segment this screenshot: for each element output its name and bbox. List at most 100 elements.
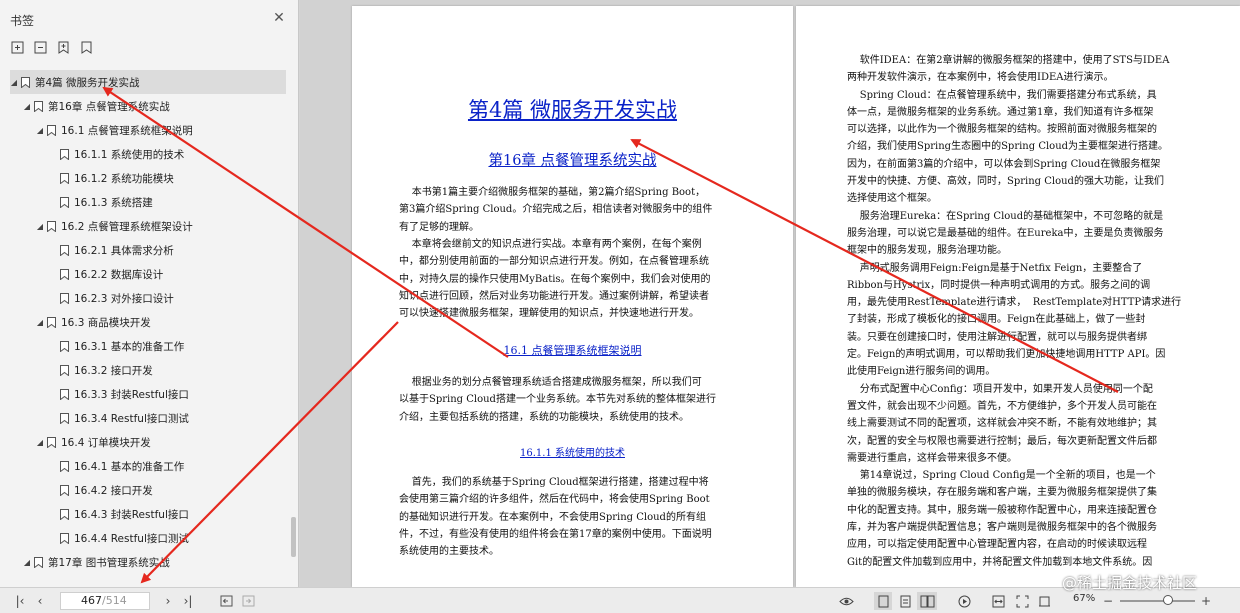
bookmark-label: 16.4.1 基本的准备工作 bbox=[74, 460, 185, 473]
section-title[interactable]: 16.1 点餐管理系统框架说明 bbox=[352, 342, 793, 358]
caret-down-icon[interactable]: ◢ bbox=[36, 318, 44, 327]
bookmark-item[interactable]: ◢16.2.3 对外接口设计 bbox=[49, 286, 286, 310]
bookmark-item[interactable]: ◢16.4.4 Restful接口测试 bbox=[49, 526, 286, 550]
intro-paragraph-1: 本书第1篇主要介绍微服务框架的基础，第2篇介绍Spring Boot， 第3篇介绍… bbox=[399, 184, 744, 236]
bookmark-label: 16.3 商品模块开发 bbox=[61, 316, 151, 329]
text-line: 首先，我们的系统基于Spring Cloud框架进行搭建，搭建过程中将 bbox=[399, 477, 709, 488]
zoom-level[interactable]: 67% bbox=[1073, 593, 1095, 604]
first-page-icon[interactable]: |‹ bbox=[12, 592, 28, 610]
bookmark-item[interactable]: ◢16.3.4 Restful接口测试 bbox=[49, 406, 286, 430]
subsection-paragraph: 首先，我们的系统基于Spring Cloud框架进行搭建，搭建过程中将 会使用第三… bbox=[399, 474, 744, 560]
zoom-in-icon[interactable]: + bbox=[1200, 592, 1212, 610]
bookmark-item[interactable]: ◢ 16.3 商品模块开发 bbox=[36, 310, 286, 334]
caret-down-icon[interactable]: ◢ bbox=[23, 558, 31, 567]
text-line: 可以快速搭建微服务框架，理解使用的知识点，并快速地进行开发。 bbox=[399, 308, 699, 320]
text-line: 应用，可以指定使用配置中心管理配置内容，在启动的时候读取远程 bbox=[847, 539, 1147, 551]
caret-down-icon[interactable]: ◢ bbox=[36, 222, 44, 231]
add-bookmark-icon[interactable] bbox=[56, 40, 70, 54]
text-line: 第3篇介绍Spring Cloud。介绍完成之后，相信读者对微服务中的组件 bbox=[399, 204, 713, 216]
text-line: 库，并为客户端提供配置信息；客户端则是微服务框架中的各个微服务 bbox=[847, 522, 1157, 534]
bookmarks-header: 书签 ✕ bbox=[0, 0, 298, 36]
text-line: 中化的配置支持。其中，服务端一般被称作配置中心，用来连接配置仓 bbox=[847, 504, 1157, 516]
text-line: 软件IDEA：在第2章讲解的微服务框架的搭建中，使用了STS与IDEA bbox=[847, 55, 1170, 66]
document-view: 第4篇 微服务开发实战 第16章 点餐管理系统实战 本书第1篇主要介绍微服务框架… bbox=[300, 0, 1240, 587]
bookmark-ribbon-icon[interactable] bbox=[79, 40, 93, 54]
text-line: 的基础知识进行开发。在本案例中，不会使用Spring Cloud的所有组 bbox=[399, 511, 706, 523]
bookmarks-toolbar bbox=[10, 40, 93, 62]
bookmark-label: 16.3.1 基本的准备工作 bbox=[74, 340, 185, 353]
bookmark-item[interactable]: ◢ 第4篇 微服务开发实战 bbox=[10, 70, 286, 94]
sidebar-scrollbar[interactable] bbox=[291, 517, 296, 557]
bookmark-icon bbox=[47, 316, 56, 328]
bookmark-icon bbox=[60, 340, 69, 352]
bookmark-icon bbox=[60, 172, 69, 184]
zoom-out-icon[interactable]: − bbox=[1102, 592, 1114, 610]
bookmark-icon bbox=[47, 220, 56, 232]
bookmark-icon bbox=[34, 556, 43, 568]
caret-down-icon[interactable]: ◢ bbox=[36, 126, 44, 135]
bookmark-item[interactable]: ◢16.3.2 接口开发 bbox=[49, 358, 286, 382]
text-line: 单独的微服务模块，存在服务端和客户端，主要为微服务框架提供了集 bbox=[847, 487, 1157, 499]
text-line: 可以选择，以此作为一个微服务框架的结构。按照前面对微服务框架的 bbox=[847, 124, 1157, 136]
bookmark-item[interactable]: ◢16.4.3 封装Restful接口 bbox=[49, 502, 286, 526]
caret-down-icon[interactable]: ◢ bbox=[23, 102, 31, 111]
bookmark-item[interactable]: ◢16.1.2 系统功能模块 bbox=[49, 166, 286, 190]
forward-icon[interactable] bbox=[240, 592, 256, 610]
current-page: 467 bbox=[81, 594, 102, 607]
text-line: 框架中的服务发现，服务治理功能。 bbox=[847, 245, 1007, 257]
text-line: 此使用Feign进行服务间的调用。 bbox=[847, 366, 996, 378]
bookmark-item[interactable]: ◢ 16.4 订单模块开发 bbox=[36, 430, 286, 454]
bookmark-icon bbox=[60, 532, 69, 544]
text-line: 两种开发软件演示，在本案例中，将会使用IDEA进行演示。 bbox=[847, 72, 1114, 84]
screenshot-icon[interactable] bbox=[1036, 592, 1052, 610]
pdf-reader-window: 书签 ✕ ◢ 第4篇 微服务开发实战 ◢ 第16章 点餐管理系统实战 ◢ 16.1 点餐管… bbox=[0, 0, 1240, 613]
zoom-slider-thumb[interactable] bbox=[1163, 595, 1173, 605]
section-paragraph: 根据业务的划分点餐管理系统适合搭建成微服务框架，所以我们可 以基于Spring C… bbox=[399, 374, 744, 426]
bookmark-item[interactable]: ◢ 第17章 图书管理系统实战 bbox=[23, 550, 286, 574]
close-icon[interactable]: ✕ bbox=[271, 10, 287, 26]
continuous-view-icon[interactable] bbox=[897, 592, 913, 610]
bookmark-icon bbox=[47, 436, 56, 448]
text-line: Git的配置文件加载到应用中，并将配置文件加载到本地文件系统。因 bbox=[847, 556, 1153, 568]
caret-down-icon[interactable]: ◢ bbox=[36, 438, 44, 447]
zoom-slider[interactable] bbox=[1120, 600, 1195, 602]
caret-down-icon[interactable]: ◢ bbox=[10, 78, 18, 87]
eye-icon[interactable] bbox=[838, 592, 854, 610]
bookmark-item[interactable]: ◢16.2.1 具体需求分析 bbox=[49, 238, 286, 262]
expand-all-icon[interactable] bbox=[10, 40, 24, 54]
bookmark-item[interactable]: ◢16.1.1 系统使用的技术 bbox=[49, 142, 286, 166]
bookmark-icon bbox=[60, 196, 69, 208]
next-page-icon[interactable]: › bbox=[162, 592, 174, 610]
subsection-title[interactable]: 16.1.1 系统使用的技术 bbox=[352, 444, 793, 459]
prev-page-icon[interactable]: ‹ bbox=[34, 592, 46, 610]
bookmark-item[interactable]: ◢16.4.2 接口开发 bbox=[49, 478, 286, 502]
single-page-view-icon[interactable] bbox=[874, 592, 892, 610]
status-bar: |‹ ‹ 467/514 › ›| 67% − + bbox=[0, 587, 1240, 613]
bookmark-label: 16.2.3 对外接口设计 bbox=[74, 292, 174, 305]
two-page-view-icon[interactable] bbox=[917, 592, 937, 610]
bookmark-item[interactable]: ◢16.1.3 系统搭建 bbox=[49, 190, 286, 214]
bookmark-item[interactable]: ◢16.3.1 基本的准备工作 bbox=[49, 334, 286, 358]
bookmark-item[interactable]: ◢16.3.3 封装Restful接口 bbox=[49, 382, 286, 406]
bookmarks-title: 书签 bbox=[10, 14, 35, 28]
text-line: 分布式配置中心Config：项目开发中，如果开发人员使用同一个配 bbox=[847, 383, 1153, 395]
bookmark-item[interactable]: ◢ 第16章 点餐管理系统实战 bbox=[23, 94, 286, 118]
text-line: 选择使用这个框架。 bbox=[847, 193, 937, 205]
page-number-field[interactable]: 467/514 bbox=[60, 592, 150, 610]
last-page-icon[interactable]: ›| bbox=[180, 592, 196, 610]
bookmark-item[interactable]: ◢16.2.2 数据库设计 bbox=[49, 262, 286, 286]
bookmark-item[interactable]: ◢ 16.1 点餐管理系统框架说明 bbox=[36, 118, 286, 142]
chapter-title[interactable]: 第16章 点餐管理系统实战 bbox=[352, 149, 793, 170]
text-line: 体一点，是微服务框架的业务系统。通过第1章，我们知道有许多框架 bbox=[847, 106, 1154, 118]
back-icon[interactable] bbox=[218, 592, 234, 610]
collapse-all-icon[interactable] bbox=[33, 40, 47, 54]
bookmark-item[interactable]: ◢ 16.2 点餐管理系统框架设计 bbox=[36, 214, 286, 238]
fit-width-icon[interactable] bbox=[990, 592, 1006, 610]
text-line: 根据业务的划分点餐管理系统适合搭建成微服务框架，所以我们可 bbox=[399, 377, 702, 388]
play-icon[interactable] bbox=[956, 592, 972, 610]
text-line: 会使用第三篇介绍的许多组件，然后在代码中，将会使用Spring Boot bbox=[399, 494, 710, 506]
bookmark-label: 16.1.2 系统功能模块 bbox=[74, 172, 174, 185]
fit-page-icon[interactable] bbox=[1014, 592, 1030, 610]
bookmark-item[interactable]: ◢16.4.1 基本的准备工作 bbox=[49, 454, 286, 478]
part-title[interactable]: 第4篇 微服务开发实战 bbox=[352, 94, 793, 124]
